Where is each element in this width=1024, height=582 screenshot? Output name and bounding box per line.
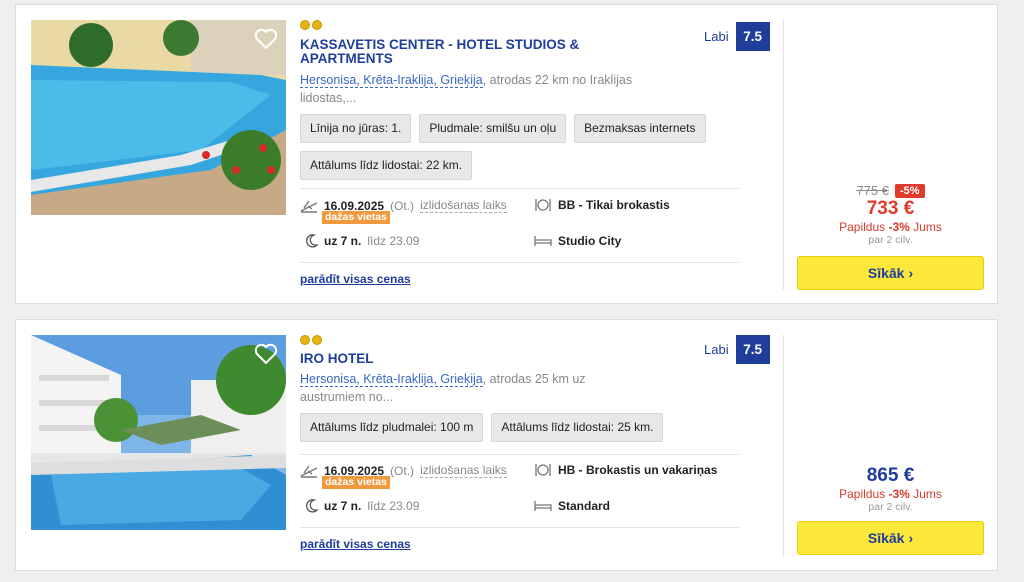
meal-plan-value: HB - Brokastis un vakariņas bbox=[558, 463, 718, 477]
star-icon bbox=[300, 335, 310, 345]
extra-discount: Papildus -3% Jums bbox=[839, 487, 942, 501]
favorite-heart-icon[interactable] bbox=[254, 343, 278, 365]
availability-badge: dažas vietas bbox=[322, 211, 390, 224]
details-button-label: Sīkāk bbox=[867, 530, 905, 546]
bed-icon bbox=[534, 236, 552, 246]
chevron-right-icon: › bbox=[908, 530, 914, 546]
meal-plan: BB - Tikai brokastis bbox=[534, 198, 670, 212]
meal-plan-value: BB - Tikai brokastis bbox=[558, 198, 670, 212]
location-link[interactable]: Hersonisa, Krēta-Iraklija, Grieķija bbox=[300, 372, 483, 387]
price-box: 775 € -5% 733 € Papildus -3% Jums par 2 … bbox=[797, 183, 984, 246]
moon-icon bbox=[306, 234, 318, 248]
feature-tags: Attālums līdz pludmalei: 100 m Attālums … bbox=[300, 413, 740, 442]
room-type-value: Standard bbox=[558, 499, 611, 513]
price-per-persons: par 2 cilv. bbox=[868, 234, 913, 246]
divider bbox=[300, 527, 739, 528]
meal-plan: HB - Brokastis un vakariņas bbox=[534, 463, 717, 477]
favorite-heart-icon[interactable] bbox=[254, 28, 278, 50]
hotel-name[interactable]: IRO HOTEL bbox=[300, 352, 590, 366]
feature-tag: Attālums līdz pludmalei: 100 m bbox=[300, 413, 484, 442]
review-rating: Labi 7.5 bbox=[704, 22, 770, 51]
moon-icon bbox=[306, 499, 318, 513]
hotel-card: IRO HOTEL Hersonisa, Krēta-Iraklija, Gri… bbox=[15, 319, 998, 571]
return-date: līdz 23.09 bbox=[367, 499, 420, 513]
rating-label: Labi bbox=[704, 342, 729, 357]
departure-day: (Ot.) bbox=[390, 198, 415, 213]
current-price: 865 € bbox=[866, 465, 915, 486]
vertical-divider bbox=[783, 20, 784, 290]
feature-tag: Attālums līdz lidostai: 22 km. bbox=[300, 151, 473, 180]
return-date: līdz 23.09 bbox=[367, 234, 420, 248]
show-all-prices-link[interactable]: parādīt visas cenas bbox=[300, 537, 411, 551]
star-rating bbox=[300, 20, 322, 30]
feature-tag: Līnija no jūras: 1. bbox=[300, 114, 412, 143]
current-price: 733 € bbox=[866, 198, 915, 219]
rating-score: 7.5 bbox=[735, 335, 770, 364]
plane-icon bbox=[300, 200, 318, 213]
departure-time-label[interactable]: izlidošanas laiks bbox=[420, 198, 507, 213]
feature-tags: Līnija no jūras: 1. Pludmale: smilšu un … bbox=[300, 114, 740, 180]
location-link[interactable]: Hersonisa, Krēta-Iraklija, Grieķija bbox=[300, 73, 483, 88]
hotel-location: Hersonisa, Krēta-Iraklija, Grieķija, atr… bbox=[300, 370, 640, 406]
availability-badge: dažas vietas bbox=[322, 476, 390, 489]
feature-tag: Pludmale: smilšu un oļu bbox=[419, 114, 567, 143]
chevron-right-icon: › bbox=[908, 265, 914, 281]
details-button[interactable]: Sīkāk › bbox=[797, 256, 984, 290]
star-icon bbox=[312, 335, 322, 345]
old-price: 775 € bbox=[856, 183, 889, 198]
star-icon bbox=[300, 20, 310, 30]
bed-icon bbox=[534, 501, 552, 511]
hotel-name[interactable]: KASSAVETIS CENTER - HOTEL STUDIOS & APAR… bbox=[300, 38, 590, 66]
rating-score: 7.5 bbox=[735, 22, 770, 51]
divider bbox=[300, 262, 739, 263]
vertical-divider bbox=[783, 335, 784, 557]
meal-icon bbox=[535, 464, 551, 476]
divider bbox=[300, 454, 739, 455]
plane-icon bbox=[300, 465, 318, 478]
star-rating bbox=[300, 335, 322, 345]
show-all-prices-link[interactable]: parādīt visas cenas bbox=[300, 272, 411, 286]
meal-icon bbox=[535, 199, 551, 211]
details-button-label: Sīkāk bbox=[867, 265, 905, 281]
details-button[interactable]: Sīkāk › bbox=[797, 521, 984, 555]
room-type-value: Studio City bbox=[558, 234, 622, 248]
feature-tag: Attālums līdz lidostai: 25 km. bbox=[491, 413, 664, 442]
extra-discount: Papildus -3% Jums bbox=[839, 220, 942, 234]
price-per-persons: par 2 cilv. bbox=[868, 501, 913, 513]
room-type: Studio City bbox=[534, 234, 621, 248]
review-rating: Labi 7.5 bbox=[704, 335, 770, 364]
stay-duration: uz 7 n. līdz 23.09 bbox=[305, 499, 419, 513]
departure-time-label[interactable]: izlidošanas laiks bbox=[420, 463, 507, 478]
hotel-photo[interactable] bbox=[31, 20, 286, 215]
hotel-photo[interactable] bbox=[31, 335, 286, 530]
divider bbox=[300, 188, 739, 189]
hotel-card: KASSAVETIS CENTER - HOTEL STUDIOS & APAR… bbox=[15, 4, 998, 304]
room-type: Standard bbox=[534, 499, 610, 513]
feature-tag: Bezmaksas internets bbox=[574, 114, 706, 143]
duration-value: uz 7 n. bbox=[324, 234, 362, 248]
discount-badge: -5% bbox=[894, 183, 925, 198]
star-icon bbox=[312, 20, 322, 30]
hotel-location: Hersonisa, Krēta-Iraklija, Grieķija, atr… bbox=[300, 71, 640, 107]
departure-day: (Ot.) bbox=[390, 463, 415, 478]
duration-value: uz 7 n. bbox=[324, 499, 362, 513]
price-box: 865 € Papildus -3% Jums par 2 cilv. bbox=[797, 465, 984, 513]
stay-duration: uz 7 n. līdz 23.09 bbox=[305, 234, 419, 248]
rating-label: Labi bbox=[704, 29, 729, 44]
